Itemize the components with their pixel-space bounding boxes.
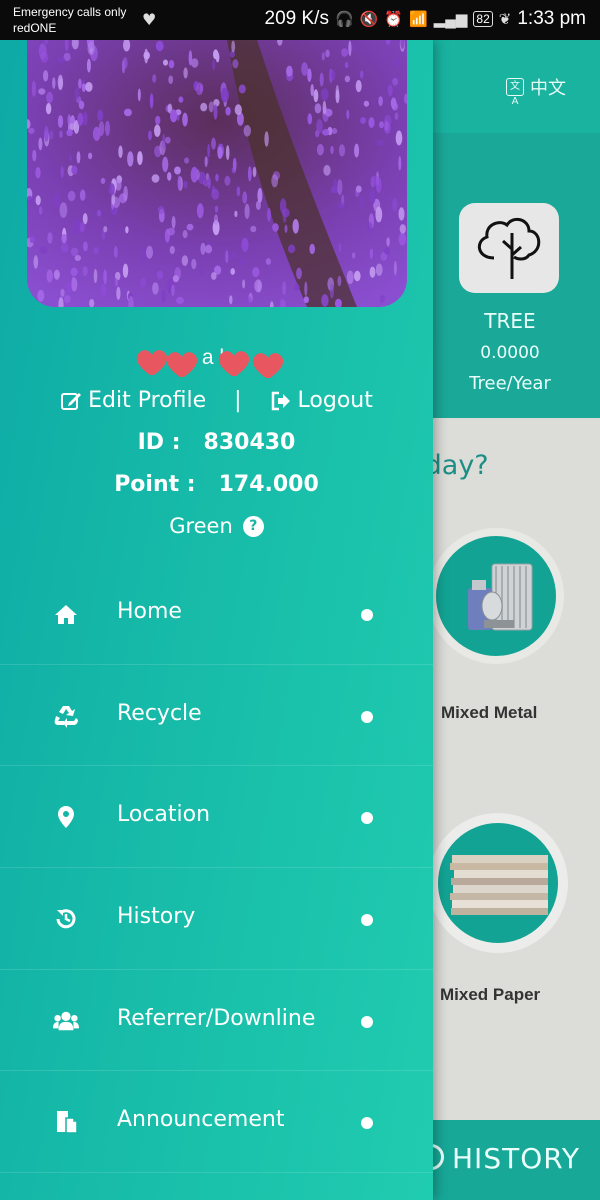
edit-profile-label: Edit Profile xyxy=(88,388,207,413)
heart-icon: ♥ xyxy=(142,10,157,29)
redaction-hearts xyxy=(136,350,284,378)
cover-photo xyxy=(27,40,407,307)
home-icon xyxy=(53,601,79,627)
menu-dot xyxy=(361,1015,373,1028)
menu-label: Referrer/Downline xyxy=(117,1005,316,1031)
menu-dot xyxy=(361,812,373,825)
menu-item-announcement[interactable]: Announcement xyxy=(0,1071,433,1174)
network-speed: 209 K/s xyxy=(264,8,329,29)
menu-item-recycle[interactable]: Recycle xyxy=(0,665,433,767)
point-label: Point : xyxy=(114,472,196,497)
users-icon xyxy=(53,1008,79,1034)
menu-item-referrer[interactable]: Referrer/Downline xyxy=(0,970,433,1072)
carrier-line-1: Emergency calls only xyxy=(13,5,127,19)
stat-unit: Tree/Year xyxy=(469,373,551,394)
metal-image-icon xyxy=(468,563,533,631)
translate-icon: 文A xyxy=(506,78,524,107)
signal-icon: ▂▄▆ xyxy=(433,11,468,28)
edit-icon xyxy=(61,392,82,410)
language-switch[interactable]: 文A 中文 xyxy=(506,74,566,107)
menu-label: Recycle xyxy=(117,700,202,726)
tree-icon xyxy=(477,217,541,279)
menu-label: Home xyxy=(117,599,182,624)
headphones-icon: 🎧 xyxy=(334,11,354,28)
user-level: Green ? xyxy=(0,514,433,538)
help-icon[interactable]: ? xyxy=(242,515,264,537)
menu-dot xyxy=(361,710,373,723)
carrier-info: Emergency calls only redONE xyxy=(13,4,126,36)
mixed-paper-label: Mixed Paper xyxy=(440,985,541,1004)
mute-icon: 🔇 xyxy=(359,11,379,28)
announcement-icon xyxy=(53,1109,79,1135)
history-icon xyxy=(53,906,79,932)
status-bar: Emergency calls only redONE ♥ 209 K/s 🎧 … xyxy=(0,0,600,40)
status-icons: 209 K/s 🎧 🔇 ⏰ 📶 ▂▄▆ 82 ❦ 1:33 pm xyxy=(265,8,586,30)
logout-label: Logout xyxy=(297,388,373,413)
location-pin-icon xyxy=(53,804,79,830)
menu-label: History xyxy=(117,904,196,930)
profile-links: Edit Profile | Logout xyxy=(0,388,433,413)
mixed-metal-item[interactable] xyxy=(428,528,564,664)
menu-dot xyxy=(361,914,373,927)
id-label: ID : xyxy=(137,430,181,455)
clock: 1:33 pm xyxy=(517,8,586,29)
link-separator: | xyxy=(234,388,242,413)
logout-icon xyxy=(271,391,290,410)
tree-card xyxy=(459,203,559,293)
mixed-paper-item[interactable] xyxy=(428,813,568,953)
wifi-icon: 📶 xyxy=(409,11,428,28)
mixed-metal-label: Mixed Metal xyxy=(441,703,538,722)
history-button[interactable]: HISTORY xyxy=(452,1142,580,1175)
point-value: 174.000 xyxy=(218,472,319,497)
paper-stack-icon xyxy=(450,855,548,915)
alarm-icon: ⏰ xyxy=(384,11,404,28)
carrier-line-2: redONE xyxy=(13,21,57,35)
level-label: Green xyxy=(169,514,233,538)
user-points: Point : 174.000 xyxy=(0,472,433,497)
menu-item-history[interactable]: History xyxy=(0,868,433,970)
menu-item-location[interactable]: Location xyxy=(0,766,433,869)
language-label: 中文 xyxy=(530,78,566,99)
recycle-icon xyxy=(53,703,79,729)
user-id: ID : 830430 xyxy=(0,430,433,455)
navigation-drawer: a h Edit Profile | Logout ID : 830430 Po… xyxy=(0,40,433,1200)
stat-value: 0.0000 xyxy=(480,343,540,363)
drawer-menu: Home Recycle Location History Referrer/D… xyxy=(0,563,433,1174)
edit-profile-link[interactable]: Edit Profile xyxy=(60,388,206,413)
stat-label: TREE xyxy=(484,309,536,333)
menu-dot xyxy=(361,1117,373,1130)
menu-label: Location xyxy=(117,802,211,828)
menu-item-home[interactable]: Home xyxy=(0,563,433,665)
leaf-icon: ❦ xyxy=(498,11,512,28)
menu-dot xyxy=(361,609,373,621)
menu-label: Announcement xyxy=(117,1107,285,1133)
logout-link[interactable]: Logout xyxy=(270,388,373,413)
lavender-field-image xyxy=(27,40,407,307)
battery-indicator: 82 xyxy=(473,11,493,27)
id-value: 830430 xyxy=(203,430,296,455)
